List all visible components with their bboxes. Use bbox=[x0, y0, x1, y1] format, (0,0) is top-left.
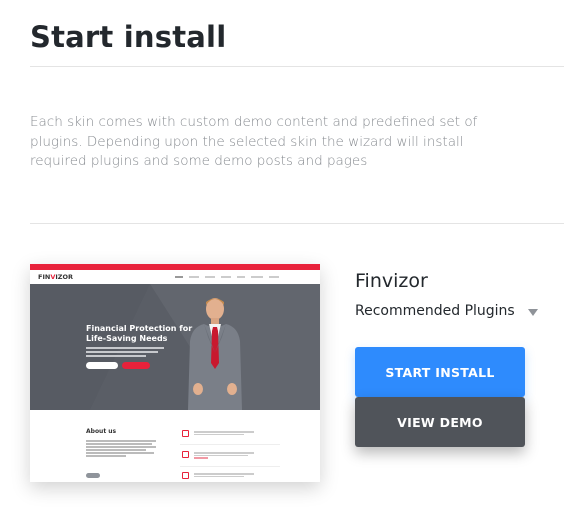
preview-hero-button-primary bbox=[86, 362, 118, 369]
view-demo-button[interactable]: VIEW DEMO bbox=[355, 397, 525, 447]
recommended-plugins-label: Recommended Plugins bbox=[355, 303, 515, 319]
preview-about-button bbox=[86, 473, 100, 478]
preview-feature-icon bbox=[182, 430, 189, 437]
preview-feature-text bbox=[194, 472, 264, 478]
preview-menu bbox=[175, 275, 279, 278]
intro-description: Each skin comes with custom demo content… bbox=[30, 114, 478, 169]
page-title: Start install bbox=[30, 20, 227, 54]
skin-preview-image[interactable]: FINVIZOR Financial Protection for Life-S… bbox=[30, 264, 320, 482]
preview-about-section: About us bbox=[30, 410, 320, 482]
caret-down-icon[interactable] bbox=[527, 308, 538, 316]
hero-background-shapes bbox=[30, 284, 320, 410]
preview-about-text bbox=[86, 439, 156, 458]
preview-feature-text bbox=[194, 451, 264, 460]
start-install-button[interactable]: START INSTALL bbox=[355, 347, 525, 397]
preview-about-title: About us bbox=[86, 428, 117, 435]
preview-feature-icon bbox=[182, 472, 189, 479]
skin-name: Finvizor bbox=[355, 270, 428, 292]
businessman-illustration bbox=[188, 298, 242, 410]
preview-feature-text bbox=[194, 430, 264, 436]
section-divider bbox=[30, 223, 564, 224]
preview-logo: FINVIZOR bbox=[38, 273, 74, 281]
preview-feature-icon bbox=[182, 451, 189, 458]
preview-nav: FINVIZOR bbox=[30, 270, 320, 284]
recommended-plugins-toggle[interactable]: Recommended Plugins bbox=[355, 303, 538, 319]
preview-hero-button-secondary bbox=[122, 362, 150, 369]
preview-hero: Financial Protection for Life-Saving Nee… bbox=[30, 284, 320, 410]
title-divider bbox=[30, 66, 564, 67]
preview-hero-text bbox=[86, 346, 166, 359]
